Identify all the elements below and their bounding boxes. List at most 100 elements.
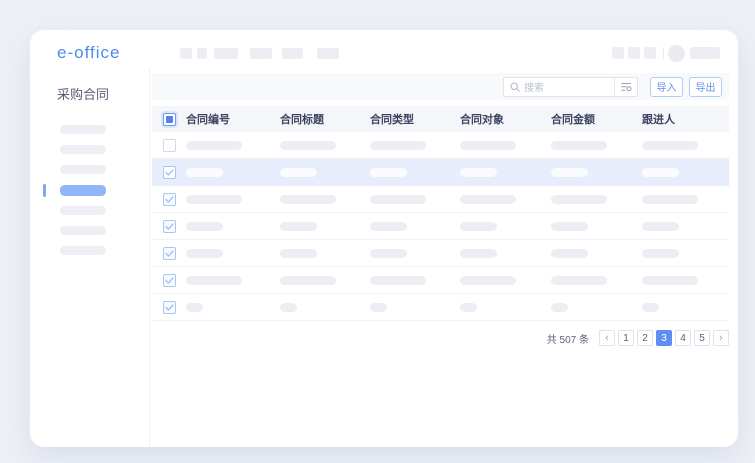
prev-page-button[interactable]: ‹ bbox=[599, 330, 615, 346]
menu-item-skeleton-bar bbox=[60, 145, 106, 154]
total-count: 共 507 条 bbox=[547, 331, 589, 346]
top-bar: e-office bbox=[30, 30, 738, 68]
table-cell bbox=[370, 195, 460, 204]
sidebar-item-skeleton[interactable] bbox=[60, 165, 149, 174]
table-cell bbox=[460, 222, 551, 231]
row-checkbox-cell bbox=[152, 166, 186, 179]
contracts-table: 合同编号 合同标题 合同类型 合同对象 合同金额 跟进人 bbox=[152, 106, 729, 321]
row-checkbox[interactable] bbox=[163, 220, 176, 233]
skeleton-bar bbox=[551, 303, 568, 312]
search-icon bbox=[510, 82, 520, 92]
menu-item-skeleton-bar bbox=[60, 185, 106, 196]
active-item-indicator bbox=[43, 184, 46, 197]
table-cell bbox=[642, 303, 729, 312]
row-checkbox[interactable] bbox=[163, 301, 176, 314]
table-cell bbox=[370, 168, 460, 177]
column-header[interactable]: 合同编号 bbox=[186, 111, 280, 127]
nav-placeholder bbox=[282, 48, 303, 59]
row-checkbox[interactable] bbox=[163, 166, 176, 179]
skeleton-bar bbox=[280, 141, 336, 150]
header-checkbox-cell bbox=[152, 113, 186, 126]
sidebar-item-skeleton[interactable] bbox=[60, 145, 149, 154]
check-icon bbox=[165, 223, 174, 230]
table-cell bbox=[642, 168, 729, 177]
page-button-5[interactable]: 5 bbox=[694, 330, 710, 346]
table-row[interactable] bbox=[152, 159, 729, 186]
table-cell bbox=[551, 276, 642, 285]
table-cell bbox=[186, 195, 280, 204]
import-button[interactable]: 导入 bbox=[650, 77, 683, 97]
select-all-checkbox[interactable] bbox=[163, 113, 176, 126]
search-input[interactable]: 搜索 bbox=[503, 77, 638, 97]
app-logo: e-office bbox=[57, 43, 155, 63]
table-cell bbox=[460, 303, 551, 312]
row-checkbox[interactable] bbox=[163, 193, 176, 206]
row-checkbox-cell bbox=[152, 220, 186, 233]
table-cell bbox=[186, 222, 280, 231]
skeleton-bar bbox=[280, 249, 317, 258]
table-cell bbox=[551, 303, 642, 312]
table-row[interactable] bbox=[152, 132, 729, 159]
skeleton-bar bbox=[370, 222, 407, 231]
skeleton-bar bbox=[460, 222, 497, 231]
row-checkbox[interactable] bbox=[163, 247, 176, 260]
topbar-icon-placeholder bbox=[644, 47, 656, 59]
sidebar-item-skeleton[interactable] bbox=[60, 226, 149, 235]
skeleton-bar bbox=[370, 195, 426, 204]
table-cell bbox=[551, 141, 642, 150]
topbar-icon-placeholder bbox=[612, 47, 624, 59]
skeleton-bar bbox=[551, 222, 588, 231]
topbar-icon-placeholder bbox=[628, 47, 640, 59]
table-row[interactable] bbox=[152, 267, 729, 294]
next-page-button[interactable]: › bbox=[713, 330, 729, 346]
avatar bbox=[668, 45, 685, 62]
skeleton-bar bbox=[642, 141, 698, 150]
row-checkbox[interactable] bbox=[163, 139, 176, 152]
table-body bbox=[152, 132, 729, 321]
skeleton-bar bbox=[186, 249, 223, 258]
page-button-4[interactable]: 4 bbox=[675, 330, 691, 346]
skeleton-bar bbox=[642, 195, 698, 204]
table-cell bbox=[460, 168, 551, 177]
pagination: 共 507 条 ‹12345› bbox=[152, 330, 729, 346]
table-cell bbox=[370, 222, 460, 231]
column-header[interactable]: 合同标题 bbox=[280, 111, 370, 127]
sidebar-item-skeleton[interactable] bbox=[60, 246, 149, 255]
check-icon bbox=[165, 304, 174, 311]
sidebar-item-skeleton[interactable] bbox=[60, 206, 149, 215]
row-checkbox[interactable] bbox=[163, 274, 176, 287]
table-cell bbox=[460, 276, 551, 285]
main-content: 搜索 导入 导出 bbox=[150, 68, 738, 447]
table-row[interactable] bbox=[152, 186, 729, 213]
table-row[interactable] bbox=[152, 213, 729, 240]
table-cell bbox=[551, 168, 642, 177]
sidebar-item-skeleton[interactable] bbox=[60, 125, 149, 134]
search-field[interactable]: 搜索 bbox=[504, 79, 614, 94]
export-button[interactable]: 导出 bbox=[689, 77, 722, 97]
column-header[interactable]: 跟进人 bbox=[642, 111, 729, 127]
table-row[interactable] bbox=[152, 240, 729, 267]
skeleton-bar bbox=[186, 303, 203, 312]
skeleton-bar bbox=[460, 141, 516, 150]
table-cell bbox=[186, 303, 280, 312]
page-button-1[interactable]: 1 bbox=[618, 330, 634, 346]
toolbar: 搜索 导入 导出 bbox=[152, 73, 729, 100]
table-cell bbox=[186, 276, 280, 285]
column-header[interactable]: 合同金额 bbox=[551, 111, 642, 127]
table-cell bbox=[551, 195, 642, 204]
skeleton-bar bbox=[551, 141, 607, 150]
table-row[interactable] bbox=[152, 294, 729, 321]
page-button-3[interactable]: 3 bbox=[656, 330, 672, 346]
menu-item-skeleton-bar bbox=[60, 246, 106, 255]
sidebar-item-active[interactable] bbox=[60, 185, 149, 196]
sidebar-menu bbox=[30, 125, 149, 255]
nav-placeholder bbox=[317, 48, 339, 59]
page-button-2[interactable]: 2 bbox=[637, 330, 653, 346]
column-header[interactable]: 合同类型 bbox=[370, 111, 460, 127]
table-cell bbox=[370, 276, 460, 285]
skeleton-bar bbox=[460, 276, 516, 285]
nav-placeholder bbox=[214, 48, 238, 59]
table-cell bbox=[460, 141, 551, 150]
column-header[interactable]: 合同对象 bbox=[460, 111, 551, 127]
advanced-search-button[interactable] bbox=[614, 78, 637, 96]
